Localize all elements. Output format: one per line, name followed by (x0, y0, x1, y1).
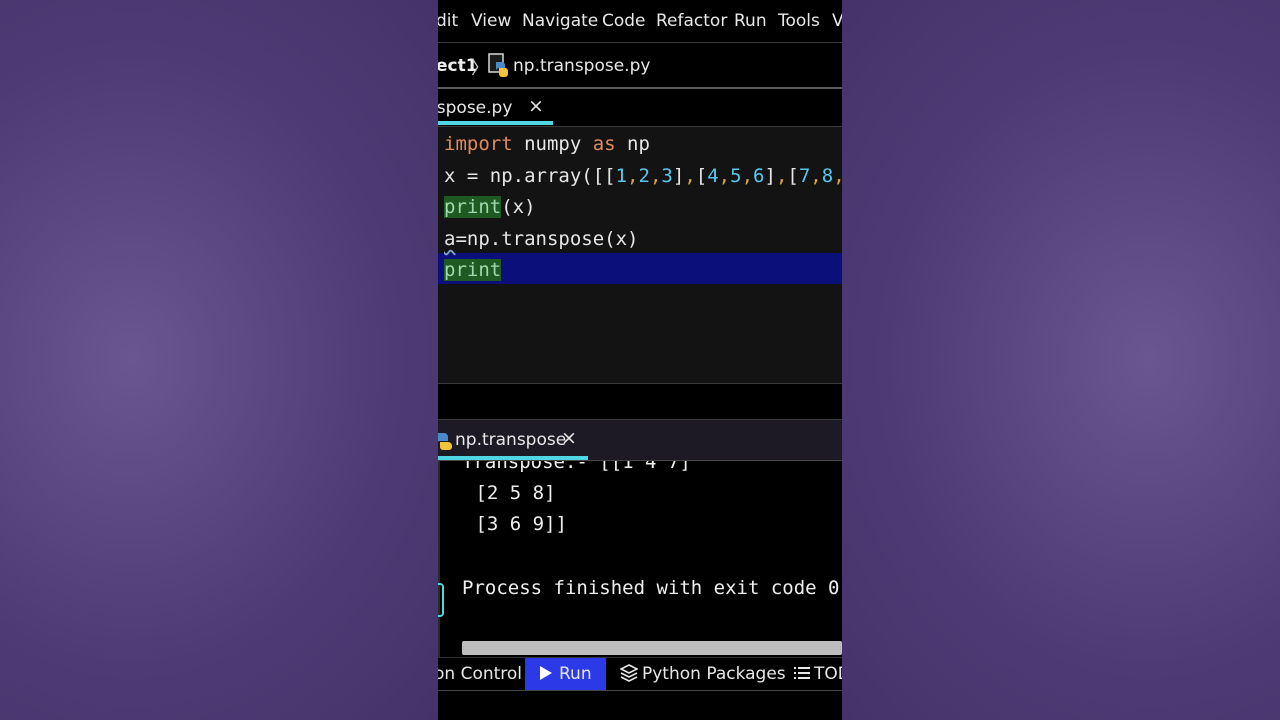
tool-python-packages[interactable]: Python Packages (619, 658, 786, 690)
editor-tab-label: nspose.py (438, 98, 513, 118)
menu-code[interactable]: Code (602, 11, 646, 31)
code-text: x = np.array([[ (444, 165, 616, 187)
variable-a: a (444, 228, 456, 250)
console-gutter (438, 461, 440, 657)
comma: , (627, 165, 639, 187)
console-output[interactable]: Transpose:- [[1 4 7] [2 5 8] [3 6 9]] Pr… (438, 461, 842, 657)
comma: , (718, 165, 731, 187)
background-left (0, 0, 438, 720)
function-print: print (444, 196, 502, 218)
number: 3 (661, 165, 673, 187)
code-line-2: x = np.array([[1,2,3],[4,5,6],[7,8,9 (444, 161, 842, 191)
python-icon (438, 433, 452, 450)
tool-run-label: Run (559, 664, 592, 684)
number: 1 (615, 165, 628, 187)
number: 4 (707, 165, 719, 187)
code-line-5: print (444, 255, 502, 285)
code-line-4: a=np.transpose(x) (444, 224, 638, 254)
code-text: (x) (501, 196, 536, 218)
code-text: numpy (512, 133, 593, 155)
keyword-as: as (592, 133, 616, 155)
code-text: ] (764, 165, 776, 187)
tool-python-packages-label: Python Packages (642, 664, 786, 684)
menu-run[interactable]: Run (734, 11, 767, 31)
breadcrumb-file[interactable]: np.transpose.py (513, 56, 650, 76)
editor-tab-active[interactable]: nspose.py × (438, 89, 554, 126)
number: 6 (753, 165, 765, 187)
menu-edit[interactable]: dit (438, 11, 458, 31)
code-line-1: import numpy as np (444, 129, 650, 159)
comma: , (649, 165, 662, 187)
play-icon (540, 666, 552, 680)
code-line-3: print(x) (444, 192, 536, 222)
close-icon[interactable]: × (528, 95, 544, 117)
function-print: print (444, 259, 502, 281)
python-file-icon (488, 53, 508, 77)
code-text: np (615, 133, 650, 155)
active-run-tab-indicator (438, 456, 588, 460)
background-right (842, 0, 1280, 720)
editor-tab-bar: nspose.py × (438, 89, 842, 127)
number: 5 (730, 165, 742, 187)
run-tab-bar: np.transpose × (438, 420, 842, 461)
editor-spacer (438, 384, 842, 420)
ide-window: dit View Navigate Code Refactor Run Tool… (438, 0, 842, 720)
keyword-import: import (444, 133, 513, 155)
comma: , (810, 165, 822, 187)
breadcrumb-separator: 〉 (471, 58, 489, 79)
code-text: ] (672, 165, 685, 187)
number: 7 (798, 165, 811, 187)
horizontal-scrollbar[interactable] (462, 641, 842, 655)
layers-icon (619, 664, 639, 682)
breadcrumb: ect1 〉 np.transpose.py (438, 43, 842, 89)
tool-todo[interactable]: TOD (794, 658, 842, 690)
menu-view[interactable]: View (471, 11, 511, 31)
comma: , (741, 165, 754, 187)
code-editor[interactable]: import numpy as np x = np.array([[1,2,3]… (438, 127, 842, 384)
code-text: =np.transpose(x) (455, 228, 639, 250)
number: 8 (821, 165, 834, 187)
menu-navigate[interactable]: Navigate (522, 11, 598, 31)
console-line-exit: Process finished with exit code 0 (462, 577, 840, 599)
tool-window-bar: on Control Run Python Packages TOD (438, 657, 842, 690)
tool-version-control[interactable]: on Control (438, 658, 522, 690)
list-icon (794, 667, 810, 679)
close-icon[interactable]: × (561, 427, 577, 449)
console-line: Transpose:- [[1 4 7] (462, 461, 691, 473)
gutter-marker (438, 583, 444, 617)
console-line: [3 6 9]] (464, 513, 567, 535)
code-text: [ (695, 165, 708, 187)
number: 2 (638, 165, 650, 187)
menu-bar: dit View Navigate Code Refactor Run Tool… (438, 0, 842, 43)
comma: , (833, 165, 842, 187)
active-tab-indicator (438, 121, 553, 125)
tool-todo-label: TOD (814, 664, 842, 684)
run-tab-label[interactable]: np.transpose (455, 430, 566, 450)
menu-refactor[interactable]: Refactor (656, 11, 727, 31)
tool-run-button[interactable]: Run (525, 658, 606, 690)
menu-tools[interactable]: Tools (778, 11, 820, 31)
code-text: [ (787, 165, 799, 187)
comma: , (775, 165, 788, 187)
console-line: [2 5 8] (464, 482, 556, 504)
status-bar (438, 690, 842, 720)
menu-vcs[interactable]: V (832, 11, 842, 31)
comma: , (684, 165, 696, 187)
